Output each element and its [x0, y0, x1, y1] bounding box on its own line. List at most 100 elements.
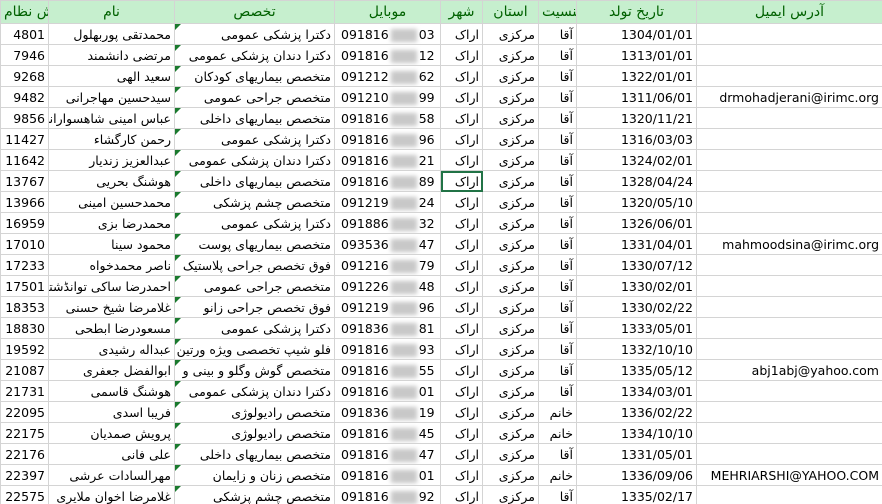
cell-birth[interactable]: 1330/07/12 [576, 254, 697, 276]
cell-mobile[interactable]: 091216 79 [334, 254, 441, 276]
cell-gender[interactable]: آقا [538, 44, 577, 66]
cell-mobile[interactable]: 091816 12 [334, 44, 441, 66]
cell-specialty[interactable]: فوق تخصص جراحی پلاستیک [174, 254, 335, 276]
cell-gender[interactable]: آقا [538, 443, 577, 465]
cell-email[interactable] [696, 107, 882, 129]
cell-birth[interactable]: 1304/01/01 [576, 23, 697, 45]
header-gender[interactable]: جنسیت [538, 0, 577, 24]
header-name[interactable]: نام [48, 0, 175, 24]
cell-city[interactable]: اراک [440, 359, 483, 381]
cell-gender[interactable]: آقا [538, 275, 577, 297]
cell-email[interactable] [696, 422, 882, 444]
cell-birth[interactable]: 1330/02/22 [576, 296, 697, 318]
cell-birth[interactable]: 1328/04/24 [576, 170, 697, 192]
cell-gender[interactable]: آقا [538, 380, 577, 402]
cell-mobile[interactable]: 091816 03 [334, 23, 441, 45]
cell-gender[interactable]: آقا [538, 128, 577, 150]
cell-name[interactable]: عباس امینی شاهسوارانی [48, 107, 175, 129]
cell-name[interactable]: غلامرضا اخوان ملایری [48, 485, 175, 504]
cell-email[interactable] [696, 212, 882, 234]
cell-specialty[interactable]: دکترا دندان پزشکی عمومی [174, 149, 335, 171]
cell-gender[interactable]: آقا [538, 485, 577, 504]
cell-id[interactable]: 4801 [0, 23, 49, 45]
cell-province[interactable]: مرکزی [482, 128, 539, 150]
cell-birth[interactable]: 1324/02/01 [576, 149, 697, 171]
cell-gender[interactable]: آقا [538, 359, 577, 381]
cell-specialty[interactable]: دکترا پزشکی عمومی [174, 317, 335, 339]
cell-province[interactable]: مرکزی [482, 233, 539, 255]
cell-specialty[interactable]: دکترا پزشکی عمومی [174, 23, 335, 45]
cell-province[interactable]: مرکزی [482, 254, 539, 276]
cell-id[interactable]: 22575 [0, 485, 49, 504]
cell-id[interactable]: 18830 [0, 317, 49, 339]
cell-name[interactable]: عبدالعزیز زندیار [48, 149, 175, 171]
cell-city[interactable]: اراک [440, 275, 483, 297]
cell-email[interactable]: mahmoodsina@irimc.org [696, 233, 882, 255]
cell-email[interactable] [696, 401, 882, 423]
cell-gender[interactable]: آقا [538, 23, 577, 45]
cell-city[interactable]: اراک [440, 65, 483, 87]
cell-province[interactable]: مرکزی [482, 65, 539, 87]
cell-mobile[interactable]: 091816 01 [334, 380, 441, 402]
cell-gender[interactable]: آقا [538, 86, 577, 108]
cell-email[interactable] [696, 275, 882, 297]
cell-province[interactable]: مرکزی [482, 107, 539, 129]
cell-mobile[interactable]: 091836 81 [334, 317, 441, 339]
cell-id[interactable]: 17501 [0, 275, 49, 297]
cell-email[interactable] [696, 65, 882, 87]
cell-id[interactable]: 22397 [0, 464, 49, 486]
cell-specialty[interactable]: متخصص زنان و زایمان [174, 464, 335, 486]
cell-mobile[interactable]: 091816 92 [334, 485, 441, 504]
cell-id[interactable]: 19592 [0, 338, 49, 360]
cell-specialty[interactable]: دکترا پزشکی عمومی [174, 212, 335, 234]
cell-specialty[interactable]: متخصص بیماریهای داخلی [174, 443, 335, 465]
cell-id[interactable]: 7946 [0, 44, 49, 66]
cell-email[interactable]: drmohadjerani@irimc.org [696, 86, 882, 108]
cell-province[interactable]: مرکزی [482, 380, 539, 402]
cell-gender[interactable]: خانم [538, 464, 577, 486]
cell-birth[interactable]: 1316/03/03 [576, 128, 697, 150]
cell-birth[interactable]: 1313/01/01 [576, 44, 697, 66]
cell-email[interactable] [696, 296, 882, 318]
cell-id[interactable]: 22176 [0, 443, 49, 465]
cell-mobile[interactable]: 091226 48 [334, 275, 441, 297]
cell-gender[interactable]: آقا [538, 254, 577, 276]
cell-birth[interactable]: 1336/02/22 [576, 401, 697, 423]
cell-name[interactable]: محمدحسین امینی [48, 191, 175, 213]
cell-mobile[interactable]: 091212 62 [334, 65, 441, 87]
cell-province[interactable]: مرکزی [482, 443, 539, 465]
cell-name[interactable]: غلامرضا شیخ حسنی [48, 296, 175, 318]
cell-name[interactable]: سیدحسین مهاجرانی [48, 86, 175, 108]
cell-email[interactable] [696, 191, 882, 213]
cell-province[interactable]: مرکزی [482, 23, 539, 45]
cell-id[interactable]: 21087 [0, 359, 49, 381]
cell-city[interactable]: اراک [440, 212, 483, 234]
cell-id[interactable]: 13767 [0, 170, 49, 192]
cell-gender[interactable]: آقا [538, 65, 577, 87]
cell-city[interactable]: اراک [440, 338, 483, 360]
cell-city[interactable]: اراک [440, 464, 483, 486]
cell-mobile[interactable]: 091816 45 [334, 422, 441, 444]
cell-specialty[interactable]: متخصص رادیولوژی [174, 401, 335, 423]
cell-email[interactable] [696, 149, 882, 171]
cell-mobile[interactable]: 091886 32 [334, 212, 441, 234]
cell-city[interactable]: اراک [440, 422, 483, 444]
cell-name[interactable]: محمدرضا بزی [48, 212, 175, 234]
cell-email[interactable] [696, 254, 882, 276]
cell-mobile[interactable]: 093536 47 [334, 233, 441, 255]
header-mobile[interactable]: موبایل [334, 0, 441, 24]
cell-specialty[interactable]: دکترا دندان پزشکی عمومی [174, 380, 335, 402]
cell-mobile[interactable]: 091219 96 [334, 296, 441, 318]
cell-specialty[interactable]: فوق تخصص جراحی زانو [174, 296, 335, 318]
cell-birth[interactable]: 1333/05/01 [576, 317, 697, 339]
cell-specialty[interactable]: دکترا دندان پزشکی عمومی [174, 44, 335, 66]
cell-name[interactable]: محمدتقی پوربهلول [48, 23, 175, 45]
cell-specialty[interactable]: متخصص گوش وگلو و بینی و [174, 359, 335, 381]
cell-name[interactable]: مسعودرضا ابطحی [48, 317, 175, 339]
cell-mobile[interactable]: 091816 01 [334, 464, 441, 486]
cell-province[interactable]: مرکزی [482, 485, 539, 504]
cell-birth[interactable]: 1322/01/01 [576, 65, 697, 87]
cell-province[interactable]: مرکزی [482, 149, 539, 171]
cell-specialty[interactable]: فلو شیپ تخصصی ویژه ورتین [174, 338, 335, 360]
cell-birth[interactable]: 1334/10/10 [576, 422, 697, 444]
